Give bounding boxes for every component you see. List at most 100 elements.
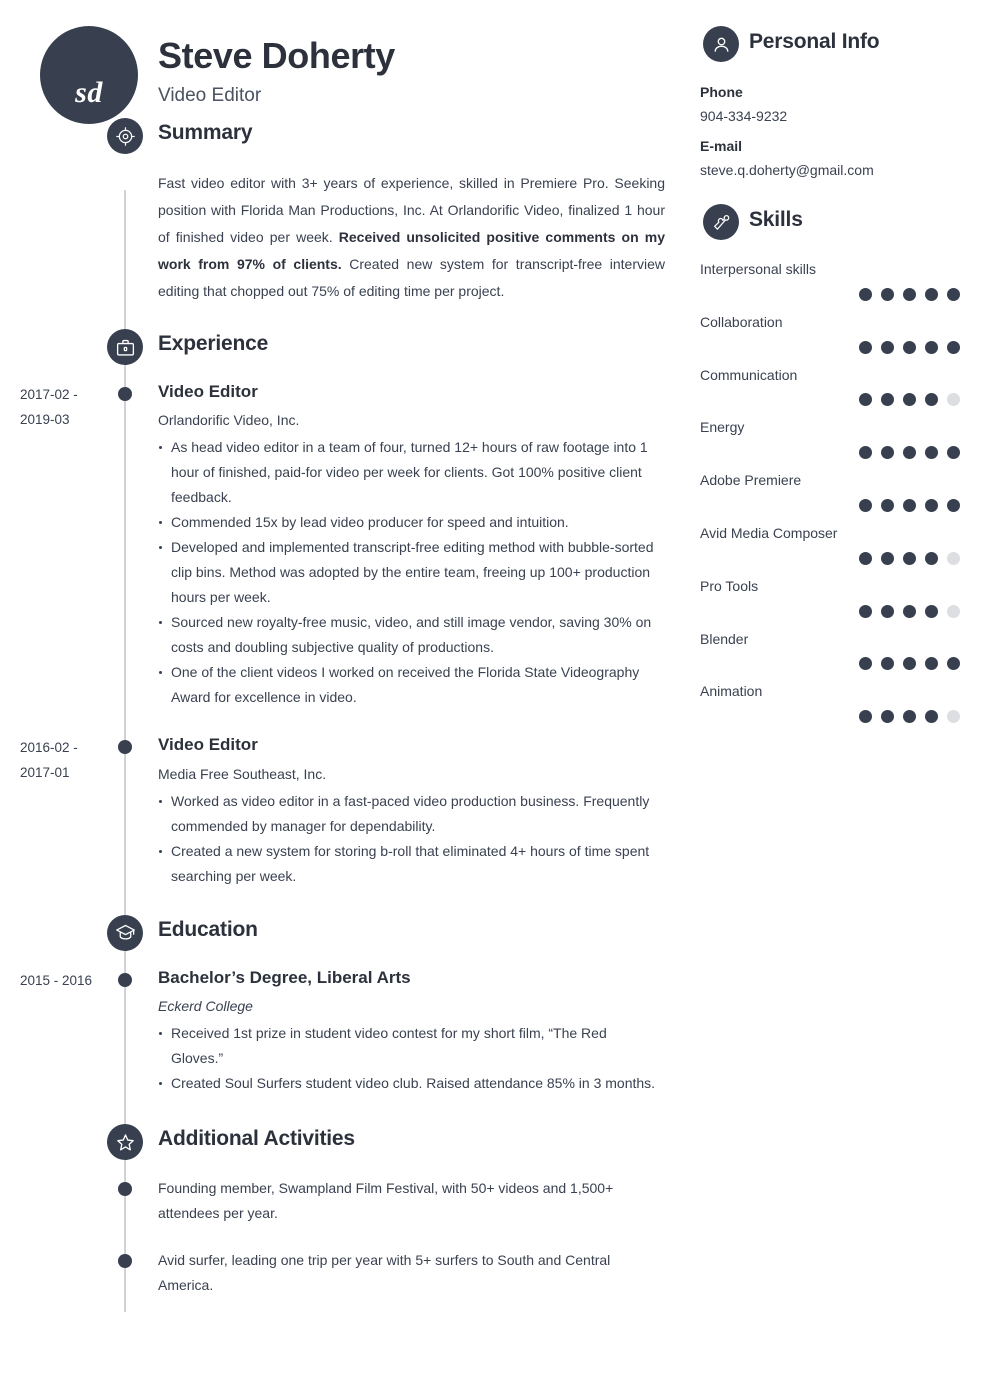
- rating-dot-filled: [903, 551, 916, 565]
- avatar-initials: sd: [75, 76, 103, 109]
- rating-dot-filled: [881, 657, 894, 671]
- rating-dot-filled: [925, 393, 938, 407]
- rating-dot-filled: [947, 287, 960, 301]
- activity-entry: Avid surfer, leading one trip per year w…: [0, 1248, 690, 1298]
- timeline-dot: [118, 740, 132, 755]
- rating-dot-empty: [947, 393, 960, 407]
- rating-dot-filled: [903, 446, 916, 460]
- bullet-item: Worked as video editor in a fast-paced v…: [158, 789, 662, 839]
- rating-dot-filled: [925, 657, 938, 671]
- rating-dot-filled: [881, 446, 894, 460]
- section-header-skills: Skills: [700, 204, 970, 248]
- info-value-phone[interactable]: 904-334-9232: [700, 108, 970, 124]
- skill-name: Pro Tools: [700, 577, 759, 594]
- person-icon: [703, 26, 739, 62]
- rating-dot-filled: [903, 498, 916, 512]
- skill-rating: [700, 393, 970, 407]
- rating-dot-filled: [881, 710, 894, 724]
- timeline-dot: [118, 972, 132, 987]
- skill-row: Adobe Premiere: [700, 472, 970, 512]
- activity-text: Avid surfer, leading one trip per year w…: [158, 1252, 611, 1294]
- rating-dot-filled: [947, 340, 960, 354]
- section-experience: Experience 2017-02 - 2019-03 Video Edito…: [0, 329, 690, 889]
- rating-dot-filled: [859, 657, 872, 671]
- section-title-experience: Experience: [158, 332, 269, 355]
- activity-text: Founding member, Swampland Film Festival…: [158, 1180, 614, 1222]
- skill-name: Energy: [700, 419, 745, 436]
- section-title-education: Education: [158, 917, 258, 941]
- section-title-personal-info: Personal Info: [749, 30, 880, 53]
- resume-page: sd Steve Doherty Video Editor Summary Fa…: [0, 0, 990, 1400]
- rating-dot-filled: [903, 657, 916, 671]
- rating-dot-filled: [859, 446, 872, 460]
- bullet-item: Sourced new royalty-free music, video, a…: [158, 610, 662, 660]
- summary-body: Fast video editor with 3+ years of exper…: [0, 170, 690, 305]
- rating-dot-filled: [881, 287, 894, 301]
- rating-dot-filled: [925, 446, 938, 460]
- rating-dot-filled: [947, 657, 960, 671]
- info-label-phone: Phone: [700, 84, 743, 100]
- section-title-skills: Skills: [749, 208, 803, 231]
- skill-rating: [700, 446, 970, 460]
- info-label-email: E-mail: [700, 138, 743, 154]
- section-title-activities: Additional Activities: [158, 1127, 355, 1151]
- rating-dot-filled: [859, 393, 872, 407]
- experience-entry: 2016-02 - 2017-01 Video Editor Media Fre…: [0, 734, 690, 888]
- section-header-personal-info: Personal Info: [700, 26, 970, 70]
- rating-dot-filled: [947, 446, 960, 460]
- entry-bullets: Worked as video editor in a fast-paced v…: [158, 789, 662, 889]
- entry-dates: 2017-02 - 2019-03: [20, 387, 78, 427]
- rating-dot-filled: [925, 287, 938, 301]
- skill-rating: [700, 604, 970, 618]
- skill-row: Collaboration: [700, 314, 970, 354]
- rating-dot-empty: [947, 710, 960, 724]
- rating-dot-filled: [925, 710, 938, 724]
- entry-org: Media Free Southeast, Inc.: [158, 765, 327, 782]
- bullet-item: Received 1st prize in student video cont…: [158, 1021, 662, 1071]
- briefcase-icon: [107, 329, 143, 365]
- rating-dot-filled: [859, 498, 872, 512]
- rating-dot-empty: [947, 551, 960, 565]
- rating-dot-filled: [925, 604, 938, 618]
- rating-dot-filled: [903, 287, 916, 301]
- name-block: Steve Doherty Video Editor: [158, 26, 690, 107]
- rating-dot-filled: [903, 710, 916, 724]
- timeline-dot: [118, 1254, 132, 1269]
- rating-dot-filled: [925, 498, 938, 512]
- skill-rating: [700, 551, 970, 565]
- info-value-email[interactable]: steve.q.doherty@gmail.com: [700, 162, 970, 178]
- main-column: sd Steve Doherty Video Editor Summary Fa…: [0, 0, 690, 1400]
- rating-dot-filled: [859, 287, 872, 301]
- rating-dot-filled: [881, 551, 894, 565]
- rating-dot-filled: [881, 340, 894, 354]
- skills-list: Interpersonal skills Collaboration Communi…: [700, 261, 970, 724]
- section-activities: Additional Activities Founding member, S…: [0, 1124, 690, 1298]
- rating-dot-filled: [859, 340, 872, 354]
- skill-row: Avid Media Composer: [700, 525, 970, 565]
- job-title: Video Editor: [158, 84, 262, 106]
- skill-name: Collaboration: [700, 313, 783, 330]
- entry-degree: Bachelor’s Degree, Liberal Arts: [158, 967, 411, 987]
- entry-bullets: Received 1st prize in student video cont…: [158, 1021, 662, 1096]
- section-header-experience: Experience: [0, 329, 690, 375]
- skill-name: Adobe Premiere: [700, 472, 802, 489]
- section-header-education: Education: [0, 914, 690, 961]
- skill-rating: [700, 710, 970, 724]
- skill-name: Interpersonal skills: [700, 261, 816, 277]
- section-header-activities: Additional Activities: [0, 1124, 690, 1170]
- entry-school: Eckerd College: [158, 998, 253, 1015]
- skill-rating: [700, 657, 970, 671]
- education-entry: 2015 - 2016 Bachelor’s Degree, Liberal A…: [0, 967, 690, 1096]
- entry-role: Video Editor: [158, 735, 258, 755]
- puzzle-piece-icon: [703, 204, 739, 240]
- rating-dot-empty: [947, 604, 960, 618]
- entry-bullets: As head video editor in a team of four, …: [158, 435, 662, 710]
- bullet-item: One of the client videos I worked on rec…: [158, 660, 662, 710]
- skill-rating: [700, 498, 970, 512]
- skill-row: Energy: [700, 419, 970, 460]
- skill-name: Blender: [700, 630, 749, 647]
- entry-dates: 2016-02 - 2017-01: [20, 740, 78, 781]
- section-skills: Skills Interpersonal skills Collaboration…: [700, 204, 970, 724]
- section-personal-info: Personal Info Phone 904-334-9232 E-mail …: [700, 26, 970, 178]
- avatar: sd: [40, 26, 138, 124]
